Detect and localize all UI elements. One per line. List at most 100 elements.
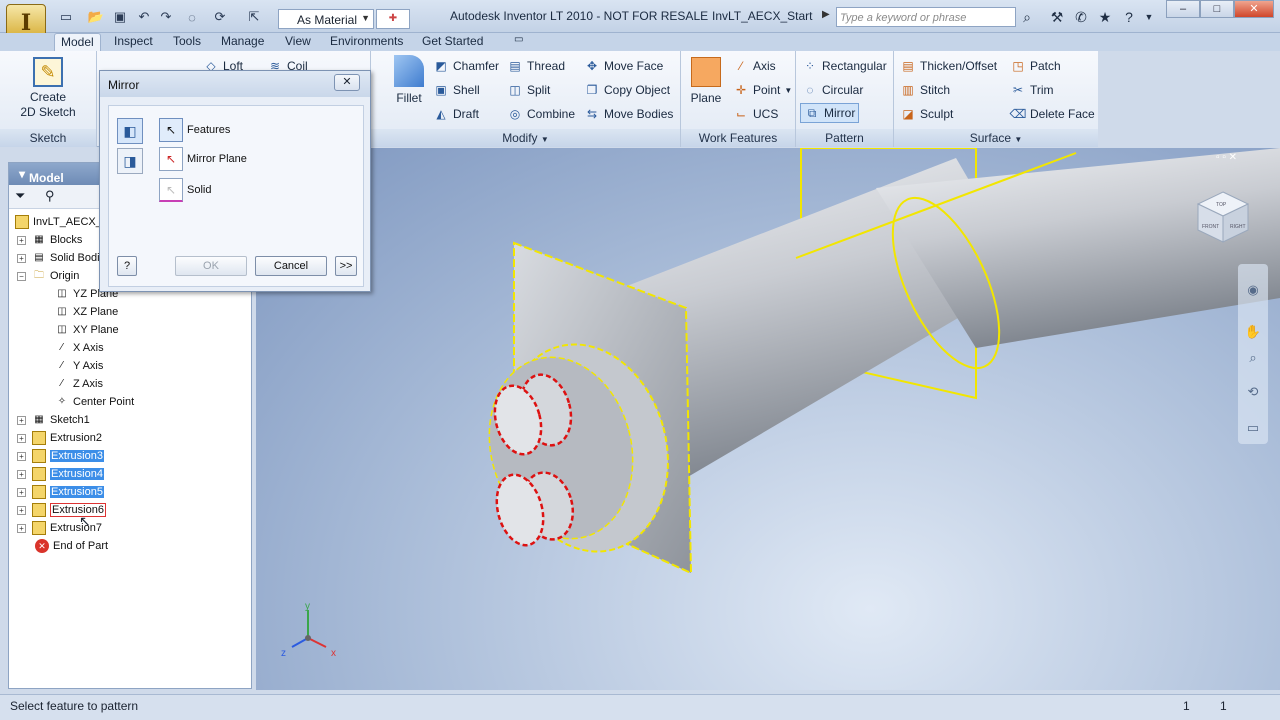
material-select[interactable]: As Material ▼ [278, 9, 374, 29]
update-icon[interactable]: ⟳ [212, 9, 228, 25]
trim-button[interactable]: ✂ Trim [1010, 80, 1054, 100]
expand-icon[interactable]: + [17, 415, 26, 425]
surface-footer[interactable]: Surface ▼ [894, 129, 1098, 147]
tree-origin[interactable]: − 🗀 Origin [17, 268, 79, 285]
mirror-dialog-titlebar[interactable]: Mirror ✕ [100, 71, 370, 97]
communication-icon[interactable]: ✆ [1072, 8, 1090, 26]
select-filter-icon[interactable]: ◌ [184, 9, 200, 25]
binoculars-icon[interactable]: ⚲ [45, 188, 55, 204]
expand-icon[interactable]: + [17, 253, 26, 263]
thread-button[interactable]: ▤ Thread [507, 56, 565, 76]
tree-root[interactable]: InvLT_AECX_ [15, 214, 102, 231]
help-icon[interactable]: ? [1120, 8, 1138, 26]
tree-z-axis[interactable]: ⁄ Z Axis [55, 376, 103, 393]
mirror-button[interactable]: ⧉ Mirror [800, 103, 860, 123]
circular-pattern-button[interactable]: ◌ Circular [802, 80, 863, 100]
tree-x-axis[interactable]: ⁄ X Axis [55, 340, 103, 357]
expand-icon[interactable]: + [17, 451, 26, 461]
solid-select-arrow-icon[interactable]: ↖ [159, 178, 183, 202]
patch-button[interactable]: ◳ Patch [1010, 56, 1060, 76]
modify-panel-footer[interactable]: Modify ▼ [371, 129, 680, 147]
move-face-button[interactable]: ✥ Move Face [584, 56, 663, 76]
tree-solid-bodies[interactable]: + ▤ Solid Bodi [17, 250, 100, 267]
draft-button[interactable]: ◭ Draft [433, 104, 479, 124]
expand-icon[interactable]: + [17, 487, 26, 497]
tree-extrusion6[interactable]: + Extrusion6 [17, 502, 106, 519]
favorites-star-icon[interactable]: ★ [1096, 8, 1114, 26]
tab-view[interactable]: View [279, 33, 317, 51]
thicken-offset-button[interactable]: ▤ Thicken/Offset [900, 56, 997, 76]
solid-selector[interactable]: ↖ Solid [159, 178, 211, 202]
redo-icon[interactable]: ↷ [158, 9, 174, 25]
tree-end-of-part[interactable]: ✕ End of Part [35, 538, 108, 555]
point-button[interactable]: ✛ Point ▼ [733, 80, 792, 100]
look-at-icon[interactable]: ▭ [1244, 420, 1262, 438]
features-select-arrow-icon[interactable]: ↖ [159, 118, 183, 142]
help-button[interactable]: ? [117, 256, 137, 276]
graphics-viewport[interactable]: y x z ▫ ▫ ✕ [256, 147, 1280, 690]
copy-object-button[interactable]: ❐ Copy Object [584, 80, 670, 100]
chamfer-button[interactable]: ◩ Chamfer [433, 56, 499, 76]
delete-face-button[interactable]: ⌫ Delete Face [1010, 104, 1095, 124]
move-bodies-button[interactable]: ⇆ Move Bodies [584, 104, 673, 124]
features-selector[interactable]: ↖ Features [159, 118, 230, 142]
expand-icon[interactable]: + [17, 505, 26, 515]
axis-button[interactable]: ⁄ Axis [733, 56, 776, 76]
more-options-button[interactable]: >> [335, 256, 357, 276]
expand-icon[interactable]: + [17, 235, 26, 245]
plane-button[interactable]: Plane [687, 57, 725, 106]
new-icon[interactable]: ▭ [58, 9, 74, 25]
mirror-plane-arrow-icon[interactable]: ↖ [159, 147, 183, 171]
tree-blocks[interactable]: + ▦ Blocks [17, 232, 82, 249]
tree-y-axis[interactable]: ⁄ Y Axis [55, 358, 103, 375]
filter-icon[interactable]: ⏷ [15, 188, 25, 204]
viewport-window-controls[interactable]: ▫ ▫ ✕ [1216, 152, 1237, 163]
expand-icon[interactable]: + [17, 469, 26, 479]
ucs-button[interactable]: ⌙ UCS [733, 104, 778, 124]
tree-extrusion3[interactable]: + Extrusion3 [17, 448, 104, 465]
open-icon[interactable]: 📂 [88, 9, 104, 25]
tab-get-started[interactable]: Get Started [416, 33, 489, 51]
orbit-icon[interactable]: ⟲ [1244, 384, 1262, 402]
search-expand-icon[interactable]: ▶ [822, 9, 830, 20]
search-input[interactable]: Type a keyword or phrase [836, 7, 1016, 27]
undo-icon[interactable]: ↶ [136, 9, 152, 25]
cancel-button[interactable]: Cancel [255, 256, 327, 276]
mirror-solid-mode-icon[interactable]: ◨ [117, 148, 143, 174]
stitch-button[interactable]: ▥ Stitch [900, 80, 950, 100]
viewcube[interactable]: TOP FRONT RIGHT [1196, 190, 1250, 244]
shell-button[interactable]: ▣ Shell [433, 80, 479, 100]
combine-button[interactable]: ◎ Combine [507, 104, 575, 124]
expand-icon[interactable]: + [17, 523, 26, 533]
tree-xz-plane[interactable]: ◫ XZ Plane [55, 304, 118, 321]
tree-extrusion5[interactable]: + Extrusion5 [17, 484, 104, 501]
tab-inspect[interactable]: Inspect [108, 33, 159, 51]
split-button[interactable]: ◫ Split [507, 80, 550, 100]
collapse-icon[interactable]: − [17, 271, 26, 281]
return-icon[interactable]: ⇱ [246, 9, 262, 25]
tree-center-point[interactable]: ✧ Center Point [55, 394, 134, 411]
expand-icon[interactable]: + [17, 433, 26, 443]
fillet-button[interactable]: Fillet [389, 55, 429, 106]
tab-manage[interactable]: Manage [215, 33, 270, 51]
binoculars-icon[interactable]: ⌕ [1018, 8, 1036, 26]
tree-xy-plane[interactable]: ◫ XY Plane [55, 322, 118, 339]
close-button[interactable]: ✕ [1234, 0, 1274, 18]
tree-sketch1[interactable]: + ▦ Sketch1 [17, 412, 90, 429]
sculpt-button[interactable]: ◪ Sculpt [900, 104, 953, 124]
mirror-close-button[interactable]: ✕ [334, 74, 360, 91]
rectangular-pattern-button[interactable]: ⁘ Rectangular [802, 56, 887, 76]
save-icon[interactable]: ▣ [112, 9, 128, 25]
steering-wheel-icon[interactable]: ◉ [1244, 282, 1262, 300]
maximize-button[interactable]: □ [1200, 0, 1234, 18]
tree-extrusion2[interactable]: + Extrusion2 [17, 430, 102, 447]
help-dropdown-icon[interactable]: ▼ [1140, 8, 1158, 26]
pan-icon[interactable]: ✋ [1244, 324, 1262, 342]
ribbon-options-icon[interactable]: ▭ [508, 33, 529, 51]
tab-environments[interactable]: Environments [324, 33, 409, 51]
tree-extrusion4[interactable]: + Extrusion4 [17, 466, 104, 483]
create-2d-sketch-button[interactable]: ✎ Create 2D Sketch [18, 57, 78, 120]
minimize-button[interactable]: – [1166, 0, 1200, 18]
zoom-icon[interactable]: ⌕ [1244, 350, 1262, 368]
mirror-features-mode-icon[interactable]: ◧ [117, 118, 143, 144]
